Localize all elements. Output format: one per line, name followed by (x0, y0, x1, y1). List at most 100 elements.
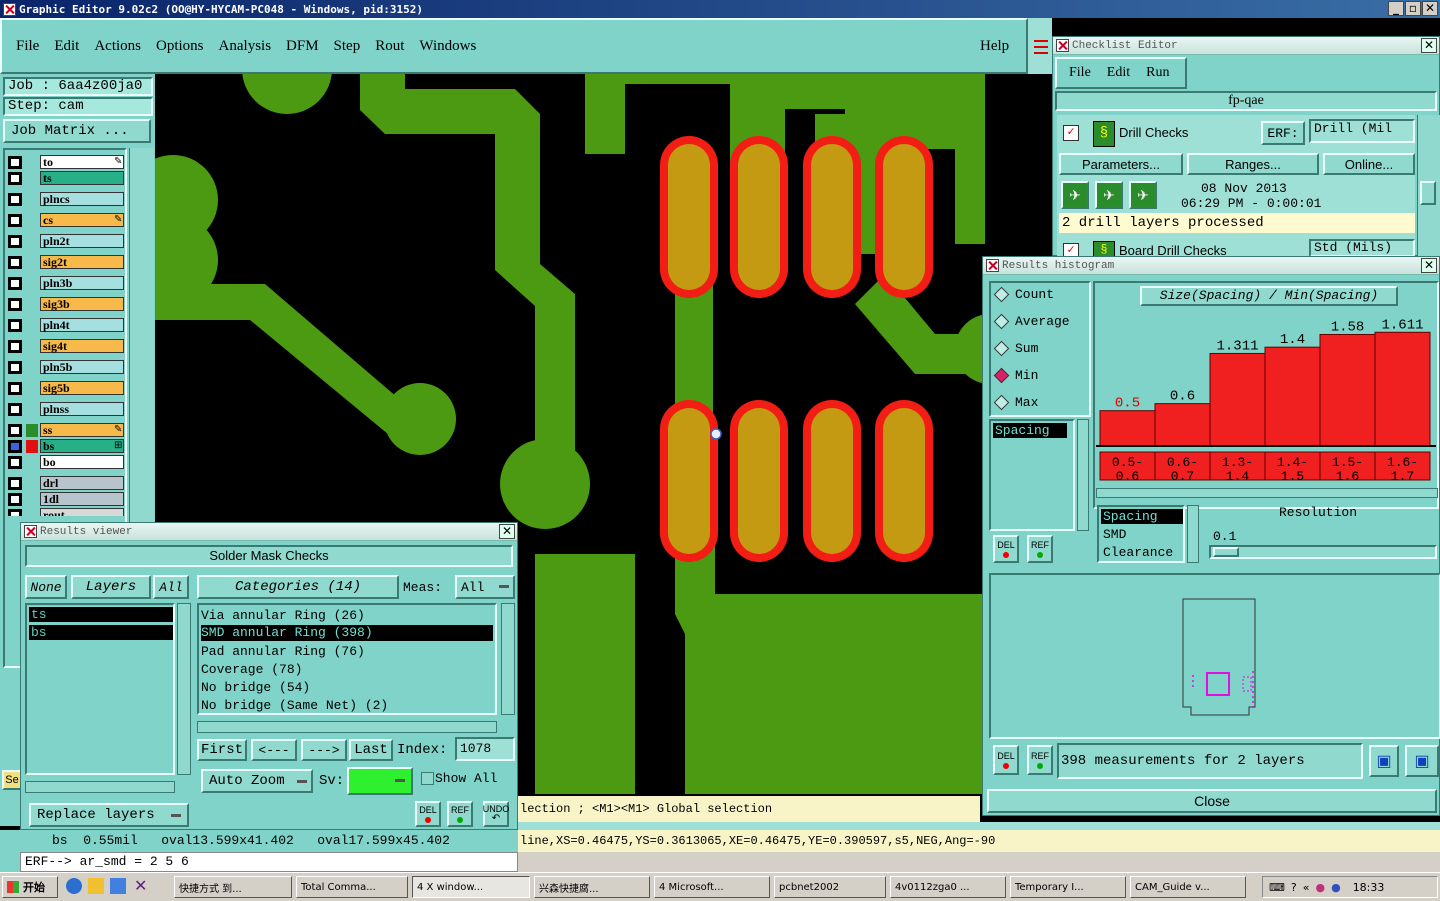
layer-name[interactable]: sig3b (40, 297, 124, 311)
layer-row[interactable]: plncs (8, 192, 126, 207)
undo-button[interactable]: UNDO ↶ (483, 801, 509, 827)
histogram-bar[interactable] (1374, 331, 1431, 447)
layer-name[interactable]: bs (40, 439, 124, 453)
type-item-selected[interactable]: Spacing (1101, 509, 1183, 524)
layer-name[interactable]: pln4t (40, 318, 124, 332)
type-item[interactable]: SMD (1101, 527, 1126, 542)
layer-color-swatch[interactable] (26, 477, 38, 490)
all-button[interactable]: All (153, 575, 189, 599)
type-item[interactable]: Clearance (1101, 545, 1173, 560)
layer-checkbox[interactable] (8, 382, 22, 395)
checklist-menu-file[interactable]: File (1069, 65, 1091, 81)
quicklaunch-ie-icon[interactable] (66, 878, 82, 894)
layer-name[interactable]: pln2t (40, 234, 124, 248)
layer-row[interactable]: sig3b (8, 297, 126, 312)
taskbar-item[interactable]: 4v0112zga0 ... (890, 876, 1006, 898)
layer-checkbox[interactable] (8, 477, 22, 490)
maximize-icon[interactable]: ▫ (1405, 1, 1421, 16)
layers-list-hscroll[interactable] (25, 781, 175, 793)
layer-color-swatch[interactable] (26, 235, 38, 248)
layer-item-bs[interactable]: bs (29, 625, 173, 640)
layer-checkbox[interactable] (8, 319, 22, 332)
layer-row[interactable]: cs ✎ (8, 213, 126, 228)
category-item[interactable]: Via annular Ring (26) (201, 607, 365, 624)
layer-color-swatch[interactable] (26, 424, 38, 437)
layer-name[interactable]: to (40, 155, 124, 169)
layer-color-swatch[interactable] (26, 256, 38, 269)
layer-row[interactable]: sig5b (8, 381, 126, 396)
meas-dropdown[interactable]: All (455, 575, 515, 599)
categories-hscroll[interactable] (197, 721, 497, 733)
layer-row[interactable]: bs ⊞ (8, 439, 126, 454)
option-max[interactable]: Max (993, 394, 1038, 411)
layer-color-swatch[interactable] (26, 403, 38, 416)
layer-color-swatch[interactable] (26, 382, 38, 395)
layer-name[interactable]: pln5b (40, 360, 124, 374)
checklist-scrollbar[interactable] (1417, 115, 1440, 257)
layer-color-swatch[interactable] (26, 440, 38, 453)
resolution-slider[interactable] (1209, 545, 1437, 559)
option-count[interactable]: Count (993, 286, 1054, 303)
layer-checkbox[interactable] (8, 298, 22, 311)
menu-file[interactable]: File (16, 38, 39, 55)
menu-edit[interactable]: Edit (54, 38, 79, 55)
tray-arrow-icon[interactable]: « (1303, 881, 1310, 894)
layer-checkbox[interactable] (8, 424, 22, 437)
erf-button[interactable]: ERF: (1261, 121, 1305, 145)
start-button[interactable]: 开始 (2, 876, 58, 898)
ref-button[interactable]: REF (1027, 745, 1053, 775)
layer-color-swatch[interactable] (26, 172, 38, 185)
layer-color-swatch[interactable] (26, 361, 38, 374)
layer-checkbox[interactable] (8, 256, 22, 269)
tray-app-icon[interactable]: ● (1331, 881, 1341, 894)
del-button[interactable]: DEL (993, 535, 1019, 563)
layer-checkbox[interactable] (8, 403, 22, 416)
close-button[interactable]: Close (987, 789, 1437, 813)
layer-name[interactable]: sig5b (40, 381, 124, 395)
taskbar-item[interactable]: 兴森快捷腐... (534, 876, 650, 898)
first-button[interactable]: First (197, 739, 247, 761)
layer-row[interactable]: pln3b (8, 276, 126, 291)
layers-list[interactable]: ts bs (25, 603, 175, 775)
del-button[interactable]: DEL (415, 801, 441, 827)
menu-rout[interactable]: Rout (375, 38, 404, 55)
quicklaunch-x-icon[interactable]: ✕ (134, 876, 147, 895)
run-icon[interactable]: ✈ (1061, 181, 1089, 209)
layers-list-scrollbar[interactable] (177, 603, 191, 775)
category-item-selected[interactable]: SMD annular Ring (398) (201, 625, 493, 641)
minimize-icon[interactable]: _ (1388, 1, 1404, 16)
drill-checks-check-icon[interactable]: ✓ (1063, 125, 1079, 141)
histogram-bar[interactable] (1154, 403, 1211, 447)
close-icon[interactable]: ✕ (1422, 1, 1438, 16)
prev-button[interactable]: <--- (251, 739, 297, 761)
taskbar-item[interactable]: CAM_Guide v... (1130, 876, 1246, 898)
slider-thumb[interactable] (1213, 547, 1239, 557)
next-button[interactable]: ---> (301, 739, 347, 761)
layer-name[interactable]: sig2t (40, 255, 124, 269)
checklist-menu-run[interactable]: Run (1146, 65, 1169, 81)
erf-value[interactable]: Drill (Mil (1309, 119, 1415, 143)
quicklaunch-app-icon[interactable] (110, 878, 126, 894)
menu-actions[interactable]: Actions (94, 38, 141, 55)
layer-color-swatch[interactable] (26, 456, 38, 469)
taskbar-item[interactable]: Temporary I... (1010, 876, 1126, 898)
taskbar-item-active[interactable]: 4 X window... (412, 876, 530, 898)
replace-layers-dropdown[interactable]: Replace layers (29, 803, 189, 827)
layer-name[interactable]: drl (40, 476, 124, 490)
layer-row[interactable]: pln5b (8, 360, 126, 375)
layer-checkbox[interactable] (8, 509, 22, 516)
layer-checkbox[interactable] (8, 156, 22, 169)
ref-button[interactable]: REF (447, 801, 473, 827)
layer-item-ts[interactable]: ts (29, 607, 173, 622)
menu-options[interactable]: Options (156, 38, 204, 55)
histogram-bar[interactable] (1319, 333, 1376, 447)
layer-row[interactable]: 1dl (8, 492, 126, 507)
layer-checkbox[interactable] (8, 456, 22, 469)
option-sum[interactable]: Sum (993, 340, 1038, 357)
layer-row[interactable]: sig4t (8, 339, 126, 354)
left-tab[interactable]: Se (2, 770, 22, 790)
category-item[interactable]: No bridge (Same Net) (2) (201, 697, 388, 714)
menu-windows[interactable]: Windows (419, 38, 476, 55)
scroll-thumb[interactable] (1420, 181, 1436, 205)
type-list[interactable]: Spacing SMD Clearance (1097, 505, 1185, 563)
